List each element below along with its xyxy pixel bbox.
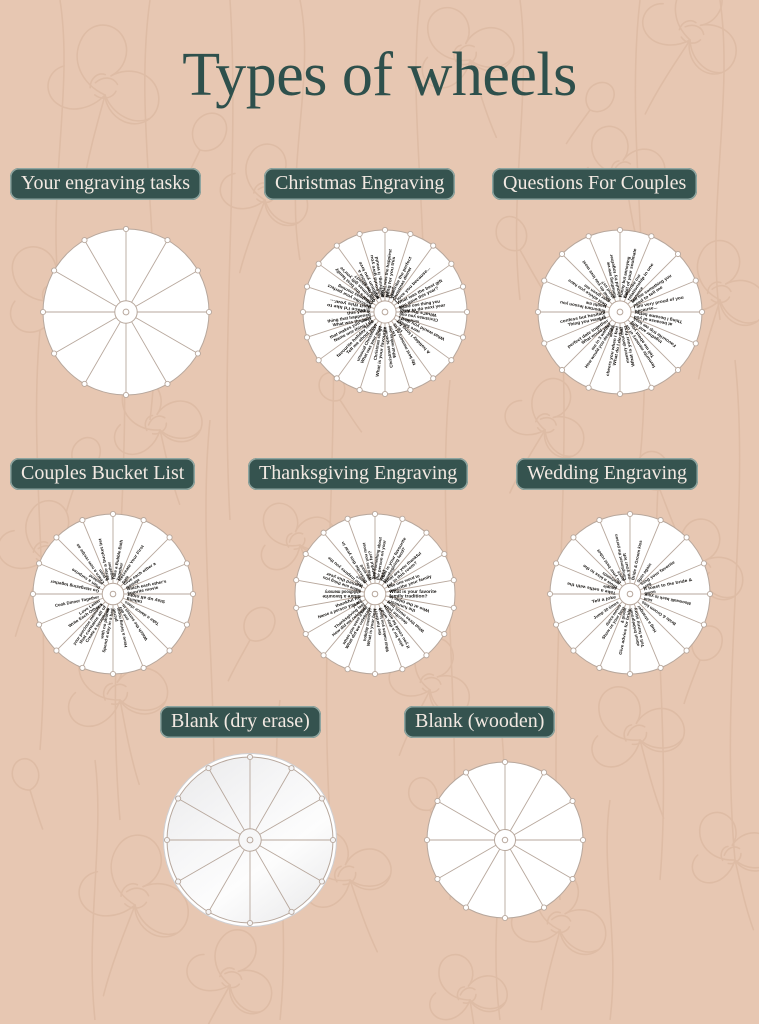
wheel-blank-dry-erase[interactable] [153, 743, 347, 937]
wheel-questions-for-couples[interactable]: Funny but annoying habit of your soulmate… [524, 216, 716, 408]
wheel-blank-wooden[interactable] [413, 748, 597, 932]
wheel-thanksgiving-engraving[interactable]: Say something about the person on your rig… [281, 500, 469, 688]
poster-page: Types of wheels Your engraving tasks Chri… [0, 0, 759, 1024]
wheel-label-text: Wedding Engraving [516, 458, 699, 490]
wheel-wedding-engraving[interactable]: Bride & Groom kiss Spin again Sing your fa… [536, 500, 724, 688]
page-title: Types of wheels [182, 41, 577, 109]
wheel-label-wedding-engraving: Wedding Engraving [516, 458, 699, 490]
wheel-label-your-engraving-tasks: Your engraving tasks [10, 168, 202, 200]
wheel-label-text: Couples Bucket List [10, 458, 196, 490]
wheel-christmas-engraving[interactable]: What was the happiest thing for you this y… [289, 216, 481, 408]
wheel-label-blank-wooden: Blank (wooden) [404, 706, 556, 738]
wheel-label-christmas-engraving: Christmas Engraving [264, 168, 456, 200]
wheel-couples-bucket-list[interactable]: Take a Bubble Bath Together Recreate Your … [19, 500, 207, 688]
wheel-label-text: Blank (wooden) [404, 706, 556, 738]
wheel-your-engraving-tasks[interactable] [29, 215, 223, 409]
wheel-label-questions-for-couples: Questions For Couples [492, 168, 698, 200]
wheel-label-text: Thanksgiving Engraving [248, 458, 469, 490]
wheel-label-couples-bucket-list: Couples Bucket List [10, 458, 196, 490]
wheel-label-text: Your engraving tasks [10, 168, 202, 200]
wheel-label-text: Questions For Couples [492, 168, 698, 200]
wheel-label-blank-dry-erase: Blank (dry erase) [160, 706, 321, 738]
wheel-label-thanksgiving-engraving: Thanksgiving Engraving [248, 458, 469, 490]
wheel-label-text: Blank (dry erase) [160, 706, 321, 738]
wheel-label-text: Christmas Engraving [264, 168, 456, 200]
